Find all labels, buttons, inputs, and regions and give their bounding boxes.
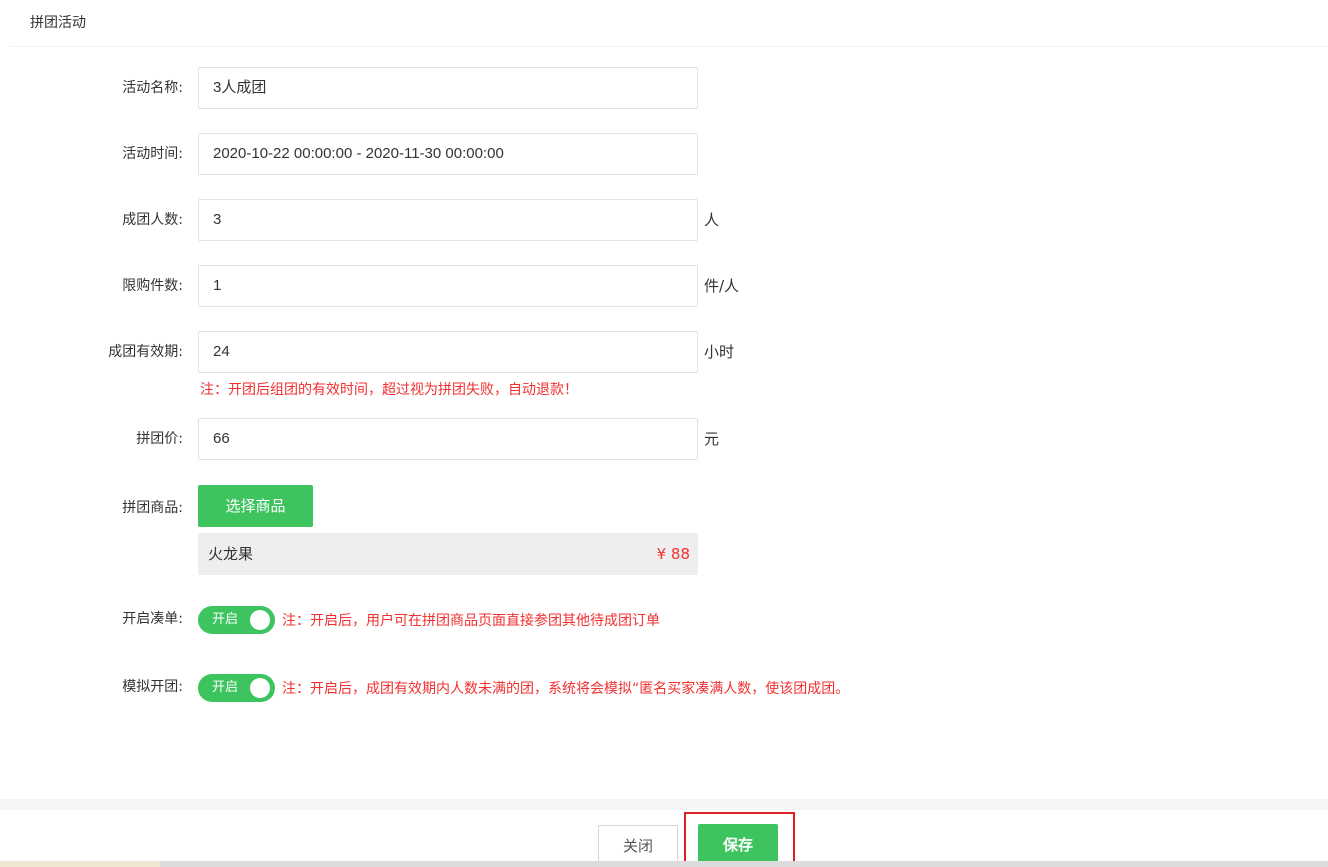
simulate-toggle[interactable]: 开启 bbox=[198, 674, 275, 702]
validity-row: 成团有效期: 24 小时 bbox=[0, 331, 1328, 373]
validity-note: 注：开团后组团的有效时间，超过视为拼团失败，自动退款！ bbox=[200, 382, 578, 398]
price-input[interactable]: 66 bbox=[198, 418, 698, 460]
name-row: 活动名称: 3人成团 bbox=[0, 67, 1328, 109]
goods-item-name: 火龙果 bbox=[208, 545, 254, 563]
price-unit: 元 bbox=[704, 430, 720, 448]
toggle-knob bbox=[250, 678, 270, 698]
fill-order-note: 注：开启后，用户可在拼团商品页面直接参团其他待成团订单 bbox=[282, 613, 660, 629]
limit-label: 限购件数: bbox=[122, 278, 183, 294]
simulate-toggle-text: 开启 bbox=[212, 680, 239, 695]
selected-goods-item: 火龙果 ¥ 88 bbox=[198, 533, 698, 575]
limit-row: 限购件数: 1 件/人 bbox=[0, 265, 1328, 307]
name-input[interactable]: 3人成团 bbox=[198, 67, 698, 109]
validity-input[interactable]: 24 bbox=[198, 331, 698, 373]
time-label: 活动时间: bbox=[122, 146, 183, 162]
price-row: 拼团价: 66 元 bbox=[0, 418, 1328, 460]
group-size-label: 成团人数: bbox=[122, 212, 183, 228]
panel-divider bbox=[10, 46, 1328, 47]
validity-label: 成团有效期: bbox=[108, 344, 183, 360]
simulate-note: 注：开启后，成团有效期内人数未满的团，系统将会模拟“匿名买家凑满人数，使该团成团… bbox=[282, 681, 850, 697]
goods-label: 拼团商品: bbox=[122, 500, 183, 516]
panel-title: 拼团活动 bbox=[30, 15, 86, 31]
group-size-input[interactable]: 3 bbox=[198, 199, 698, 241]
validity-unit: 小时 bbox=[704, 343, 735, 361]
bottom-strip-accent bbox=[0, 861, 160, 867]
time-row: 活动时间: 2020-10-22 00:00:00 - 2020-11-30 0… bbox=[0, 133, 1328, 175]
limit-input[interactable]: 1 bbox=[198, 265, 698, 307]
toggle-knob bbox=[250, 610, 270, 630]
price-label: 拼团价: bbox=[136, 431, 183, 447]
select-goods-button[interactable]: 选择商品 bbox=[198, 485, 313, 527]
simulate-label: 模拟开团: bbox=[122, 679, 183, 695]
limit-unit: 件/人 bbox=[704, 277, 740, 295]
group-size-row: 成团人数: 3 人 bbox=[0, 199, 1328, 241]
goods-item-price: ¥ 88 bbox=[656, 545, 690, 563]
fill-order-toggle[interactable]: 开启 bbox=[198, 606, 275, 634]
fill-order-toggle-text: 开启 bbox=[212, 612, 239, 627]
name-label: 活动名称: bbox=[122, 80, 183, 96]
fill-order-label: 开启凑单: bbox=[122, 611, 183, 627]
group-size-unit: 人 bbox=[704, 211, 720, 229]
bottom-strip bbox=[0, 861, 1328, 867]
time-range-input[interactable]: 2020-10-22 00:00:00 - 2020-11-30 00:00:0… bbox=[198, 133, 698, 175]
